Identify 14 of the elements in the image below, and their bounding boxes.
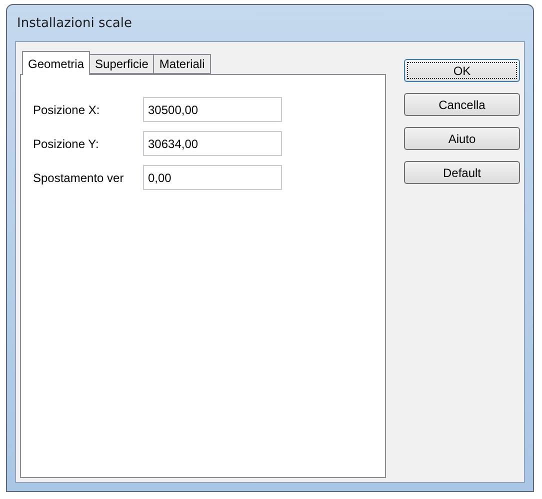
field-label: Posizione X: (33, 102, 101, 116)
tab[interactable]: Materiali (153, 54, 211, 74)
tab[interactable]: Superficie (89, 54, 154, 74)
tab[interactable]: Geometria (22, 51, 90, 75)
window-title: Installazioni scale (16, 14, 133, 32)
field-label: Posizione Y: (33, 136, 100, 150)
input-field[interactable]: 30500,00 (143, 97, 282, 122)
dialog-button[interactable]: OK (404, 59, 520, 82)
input-field[interactable]: 30634,00 (143, 131, 282, 156)
dialog-button[interactable]: Default (404, 161, 520, 184)
input-field[interactable]: 0,00 (143, 165, 282, 190)
dialog-button[interactable]: Cancella (404, 93, 520, 116)
dialog-button[interactable]: Aiuto (404, 127, 520, 150)
field-label: Spostamento ver (33, 170, 125, 184)
